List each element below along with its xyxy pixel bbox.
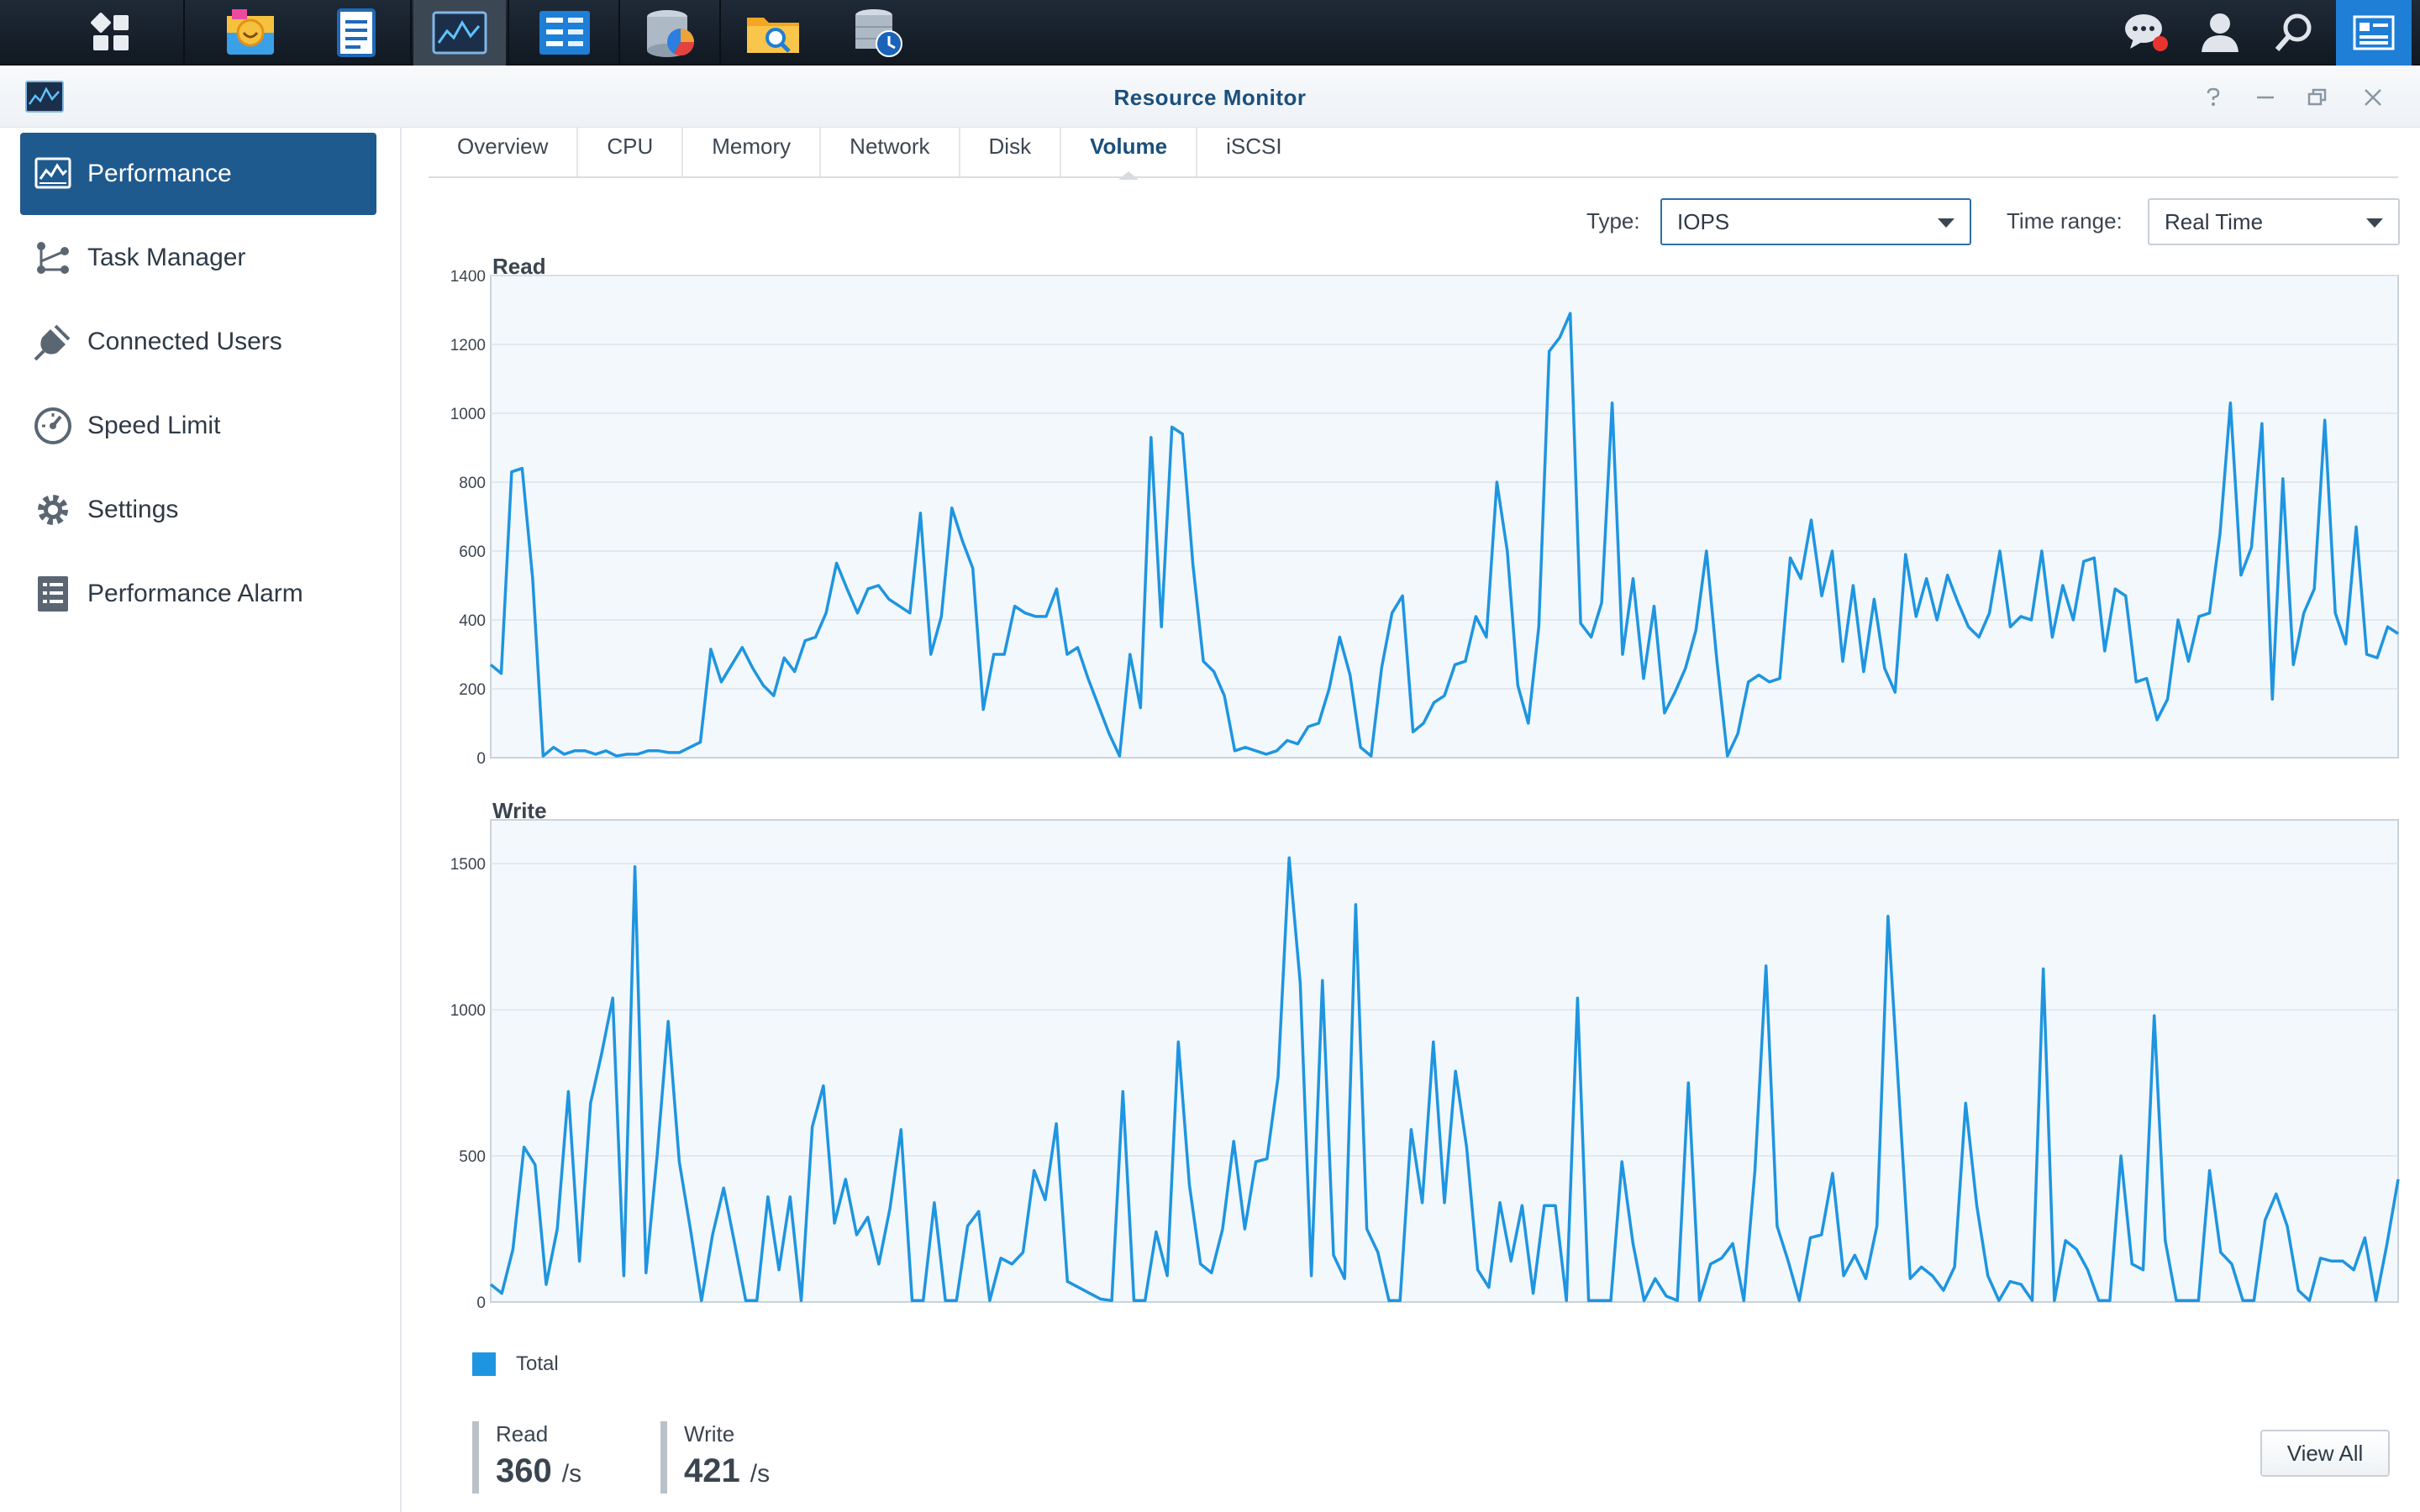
- sidebar: Performance Task Manager Connected Users…: [0, 128, 402, 1512]
- write-stat-value: 421: [684, 1452, 740, 1489]
- type-select[interactable]: IOPS: [1660, 198, 1971, 245]
- connected-users-icon: [32, 321, 74, 363]
- y-tick-label: 600: [459, 543, 486, 561]
- time-range-select-value: Real Time: [2165, 209, 2264, 234]
- sidebar-item-settings[interactable]: Settings: [20, 469, 376, 551]
- file-station-icon[interactable]: [738, 0, 808, 66]
- backup-icon[interactable]: [844, 0, 914, 66]
- control-panel-icon[interactable]: [529, 0, 600, 66]
- help-icon[interactable]: [2196, 81, 2230, 114]
- write-stat-label: Write: [684, 1421, 735, 1446]
- time-range-select[interactable]: Real Time: [2148, 198, 2400, 245]
- close-icon[interactable]: [2356, 81, 2390, 114]
- read-stat-unit: /s: [561, 1460, 582, 1488]
- window-title: Resource Monitor: [1113, 85, 1307, 110]
- sidebar-item-connected-users[interactable]: Connected Users: [20, 301, 376, 383]
- task-manager-icon: [32, 237, 74, 279]
- plot-area: [490, 819, 2399, 1303]
- read-stat-label: Read: [496, 1421, 549, 1446]
- search-icon[interactable]: [2259, 0, 2329, 66]
- read-stat: Read 360/s: [472, 1421, 581, 1494]
- restore-icon[interactable]: [2301, 81, 2334, 114]
- tab-volume[interactable]: Volume: [1061, 128, 1198, 180]
- sidebar-item-performance[interactable]: Performance: [20, 133, 376, 215]
- y-tick-label: 200: [459, 681, 486, 699]
- type-label: Type:: [1586, 208, 1640, 234]
- settings-icon: [32, 489, 74, 531]
- tab-iscsi[interactable]: iSCSI: [1197, 128, 1310, 178]
- view-all-button[interactable]: View All: [2260, 1430, 2390, 1477]
- y-tick-label: 1200: [450, 337, 486, 354]
- y-tick-label: 400: [459, 612, 486, 630]
- main-content: Overview CPU Memory Network Disk Volume …: [403, 128, 2420, 1512]
- sidebar-item-label: Task Manager: [87, 244, 246, 271]
- type-select-value: IOPS: [1677, 209, 1730, 234]
- log-center-icon[interactable]: [323, 0, 390, 66]
- y-tick-label: 1500: [450, 856, 486, 874]
- speed-limit-icon: [32, 405, 74, 447]
- resource-monitor-icon[interactable]: [413, 0, 506, 66]
- tab-divider: [429, 176, 2398, 178]
- legend-swatch: [472, 1352, 496, 1376]
- package-center-icon[interactable]: [215, 0, 286, 66]
- legend-label: Total: [516, 1352, 559, 1375]
- time-range-label: Time range:: [2007, 208, 2123, 234]
- notifications-icon[interactable]: [2111, 0, 2181, 66]
- chart-legend: Total: [472, 1352, 559, 1376]
- sidebar-item-label: Performance Alarm: [87, 580, 303, 607]
- tab-disk[interactable]: Disk: [960, 128, 1062, 178]
- tab-bar: Overview CPU Memory Network Disk Volume …: [429, 128, 1311, 180]
- minimize-icon[interactable]: [2249, 81, 2282, 114]
- sidebar-item-label: Connected Users: [87, 328, 282, 355]
- write-chart: 0 500 1000 1500: [450, 819, 2400, 1312]
- tab-cpu[interactable]: CPU: [578, 128, 684, 178]
- read-stat-value: 360: [496, 1452, 552, 1489]
- write-stat: Write 421/s: [660, 1421, 770, 1494]
- y-tick-label: 0: [476, 750, 486, 768]
- chevron-down-icon: [1938, 218, 1954, 228]
- y-tick-label: 800: [459, 475, 486, 492]
- user-icon[interactable]: [2185, 0, 2255, 66]
- y-tick-label: 1400: [450, 270, 486, 286]
- taskbar: [0, 0, 2420, 66]
- sidebar-item-task-manager[interactable]: Task Manager: [20, 217, 376, 299]
- performance-icon: [32, 153, 74, 195]
- sidebar-item-label: Speed Limit: [87, 412, 221, 439]
- y-tick-label: 1000: [450, 1002, 486, 1020]
- sidebar-item-label: Settings: [87, 496, 179, 523]
- chevron-down-icon: [2366, 218, 2383, 228]
- y-tick-label: 500: [459, 1148, 486, 1166]
- sidebar-item-label: Performance: [87, 160, 232, 187]
- sidebar-item-performance-alarm[interactable]: Performance Alarm: [20, 553, 376, 635]
- write-stat-unit: /s: [750, 1460, 771, 1488]
- storage-analyzer-icon[interactable]: [635, 0, 706, 66]
- tab-overview[interactable]: Overview: [429, 128, 579, 178]
- tab-memory[interactable]: Memory: [683, 128, 822, 178]
- window-titlebar: Resource Monitor: [0, 67, 2420, 128]
- y-tick-label: 1000: [450, 406, 486, 423]
- read-chart: 0 200 400 600 800 1000 1200 1400: [450, 270, 2399, 768]
- sidebar-item-speed-limit[interactable]: Speed Limit: [20, 385, 376, 467]
- tab-network[interactable]: Network: [821, 128, 960, 178]
- widgets-icon[interactable]: [2336, 0, 2412, 66]
- main-menu-icon[interactable]: [74, 0, 148, 66]
- y-tick-label: 0: [476, 1294, 486, 1312]
- performance-alarm-icon: [32, 573, 74, 615]
